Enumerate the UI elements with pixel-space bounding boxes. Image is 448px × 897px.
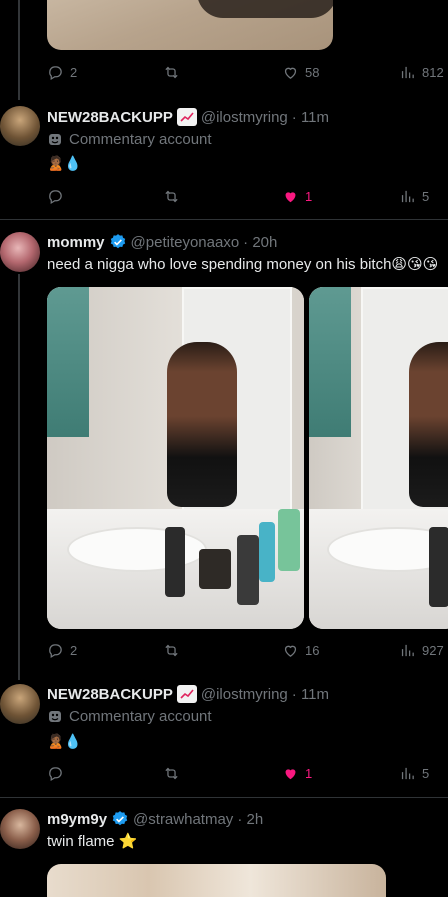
like-button[interactable]: 1 — [282, 188, 312, 205]
reply-icon — [49, 767, 62, 782]
user-handle[interactable]: @strawhatmay — [133, 811, 233, 828]
views-button[interactable]: 5 — [399, 765, 429, 782]
reply-icon — [49, 190, 62, 205]
display-name[interactable]: m9ym9y — [47, 811, 107, 828]
repost-button[interactable] — [163, 642, 180, 659]
verified-badge-icon — [112, 811, 128, 826]
commentary-text: Commentary account — [69, 131, 212, 148]
masks-icon — [49, 710, 61, 722]
heart-icon — [284, 67, 297, 79]
like-count: 16 — [305, 643, 320, 658]
tweet-actions: 2 58 812 — [47, 64, 447, 84]
tweet-actions: 1 5 — [47, 765, 447, 785]
repost-icon — [165, 644, 178, 657]
like-button[interactable]: 16 — [282, 642, 319, 659]
like-count: 1 — [305, 189, 313, 204]
tweet-photo[interactable] — [47, 287, 304, 629]
tweet-text: twin flame ⭐ — [47, 833, 138, 850]
repost-icon — [165, 767, 178, 780]
views-icon — [401, 190, 414, 203]
tweet-actions: 1 5 — [47, 188, 447, 208]
tweet-photo[interactable] — [309, 287, 448, 629]
tweet-text: 🙎🏾💧 — [47, 155, 82, 171]
avatar[interactable] — [0, 232, 40, 272]
repost-button[interactable] — [163, 64, 180, 81]
tweet-text: 🙎🏾💧 — [47, 733, 82, 749]
reply-button[interactable]: 2 — [47, 64, 77, 81]
tweet-media[interactable] — [47, 0, 333, 50]
reply-count: 2 — [70, 643, 78, 658]
avatar[interactable] — [0, 809, 40, 849]
heart-filled-icon — [285, 769, 296, 780]
repost-button[interactable] — [163, 188, 180, 205]
reply-icon — [49, 644, 62, 659]
tweet-header: m9ym9y @strawhatmay · 2h — [47, 810, 263, 828]
thread-line — [18, 0, 20, 100]
tweet-photo[interactable] — [47, 864, 386, 897]
like-button[interactable]: 1 — [282, 765, 312, 782]
commentary-text: Commentary account — [69, 708, 212, 725]
views-button[interactable]: 5 — [399, 188, 429, 205]
repost-button[interactable] — [163, 765, 180, 782]
like-button[interactable]: 58 — [282, 64, 319, 81]
views-icon — [401, 644, 414, 657]
tweet-header: NEW28BACKUPP @ilostmyring · 11m — [47, 108, 329, 126]
timestamp[interactable]: · 2h — [237, 811, 263, 828]
commentary-label: Commentary account — [47, 131, 212, 148]
avatar[interactable] — [0, 106, 40, 146]
masks-icon — [49, 133, 61, 145]
verified-badge-icon — [110, 234, 125, 249]
reply-button[interactable] — [47, 188, 64, 205]
display-name[interactable]: NEW28BACKUPP — [47, 686, 173, 703]
views-button[interactable]: 927 — [399, 642, 444, 659]
views-icon — [401, 66, 414, 79]
tweet-header: NEW28BACKUPP @ilostmyring · 11m — [47, 685, 329, 703]
views-count: 5 — [422, 189, 430, 204]
timestamp[interactable]: · 11m — [292, 686, 329, 703]
user-handle[interactable]: @petiteyonaaxo — [131, 234, 240, 251]
user-handle[interactable]: @ilostmyring — [201, 686, 288, 703]
reply-icon — [49, 66, 62, 81]
repost-icon — [165, 66, 178, 79]
like-count: 1 — [305, 766, 313, 781]
chart-badge-icon — [176, 685, 197, 703]
views-count: 812 — [422, 65, 444, 80]
reply-button[interactable] — [47, 765, 64, 782]
like-count: 58 — [305, 65, 320, 80]
user-handle[interactable]: @ilostmyring — [201, 109, 288, 126]
views-icon — [401, 767, 414, 780]
repost-icon — [165, 190, 178, 203]
views-count: 5 — [422, 766, 430, 781]
commentary-label: Commentary account — [47, 708, 212, 725]
divider — [0, 219, 448, 220]
heart-filled-icon — [285, 192, 296, 203]
tweet-actions: 2 16 927 — [47, 642, 447, 662]
views-button[interactable]: 812 — [399, 64, 444, 81]
views-count: 927 — [422, 643, 444, 658]
thread-line — [18, 274, 20, 680]
heart-icon — [284, 645, 297, 657]
divider — [0, 797, 448, 798]
tweet-text: need a nigga who love spending money on … — [47, 256, 439, 273]
timestamp[interactable]: · 20h — [243, 234, 277, 251]
chart-badge-icon — [176, 108, 197, 126]
reply-button[interactable]: 2 — [47, 642, 77, 659]
display-name[interactable]: mommy — [47, 234, 105, 251]
reply-count: 2 — [70, 65, 78, 80]
avatar[interactable] — [0, 684, 40, 724]
tweet-header: mommy @petiteyonaaxo · 20h — [47, 233, 277, 251]
display-name[interactable]: NEW28BACKUPP — [47, 109, 173, 126]
timestamp[interactable]: · 11m — [292, 109, 329, 126]
